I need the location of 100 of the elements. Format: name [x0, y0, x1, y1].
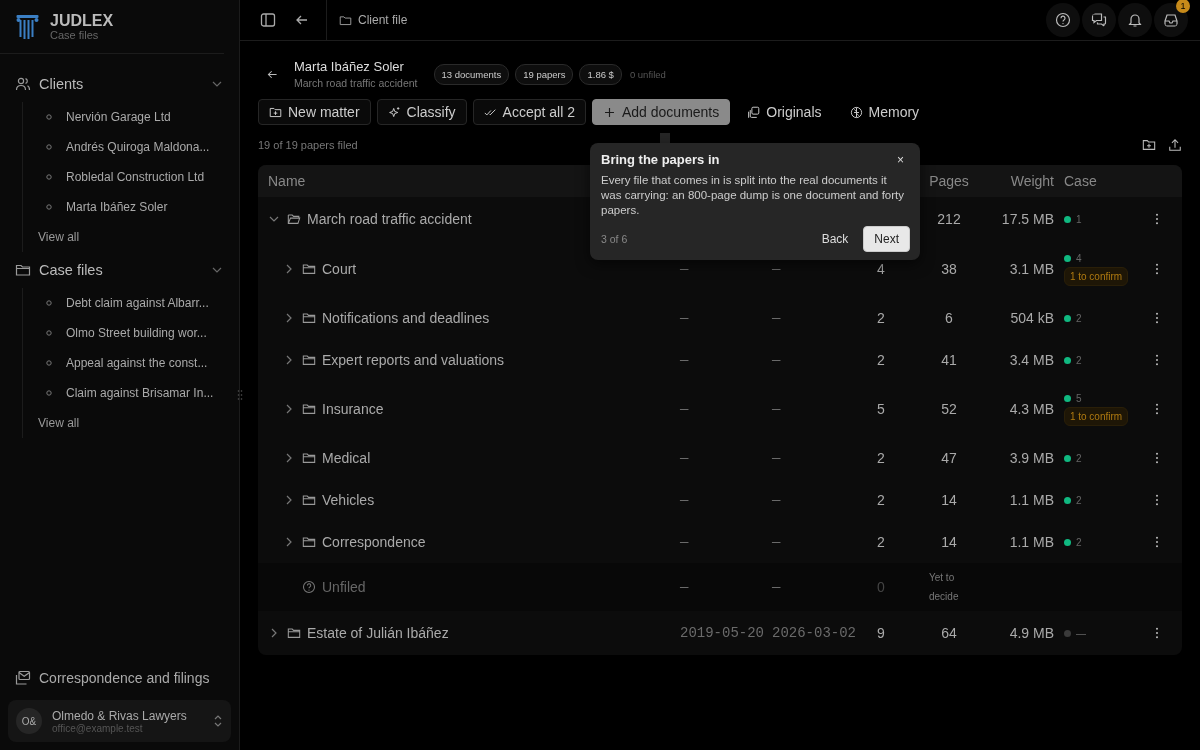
client-name: Marta Ibáñez Soler — [294, 59, 405, 74]
status-dot — [1064, 539, 1071, 546]
chevron-icon[interactable] — [286, 537, 292, 547]
folder-icon — [15, 262, 31, 278]
table-cell: 4 — [877, 261, 885, 277]
table-cell: — — [680, 310, 689, 326]
account-avatar: O& — [16, 708, 42, 734]
up-down-icon — [213, 714, 223, 728]
resize-grip-icon[interactable] — [237, 389, 243, 401]
sidebar-item[interactable]: Marta Ibáñez Soler — [38, 192, 224, 222]
breadcrumb[interactable]: Client file — [358, 13, 408, 27]
folder-name[interactable]: Unfiled — [322, 579, 366, 595]
table-cell: — — [680, 352, 689, 368]
toolbar-button[interactable]: Add documents — [591, 99, 731, 125]
toolbar-button[interactable]: Accept all 2 — [472, 99, 586, 125]
upload-icon[interactable] — [1168, 138, 1182, 152]
toolbar-button[interactable]: Memory — [838, 99, 931, 125]
column-header[interactable]: Weight — [984, 173, 1064, 189]
folder-name[interactable]: Court — [322, 261, 357, 277]
inbox-icon[interactable] — [1154, 3, 1188, 37]
case-count: 2 — [1076, 355, 1082, 366]
confirm-badge[interactable]: 1 to confirm — [1064, 407, 1128, 426]
table-cell: — — [772, 401, 781, 417]
help-icon[interactable] — [1046, 3, 1080, 37]
chevron-icon[interactable] — [286, 495, 292, 505]
table-cell: — — [680, 450, 689, 466]
folder-name[interactable]: Correspondence — [322, 534, 426, 550]
bell-icon[interactable] — [1118, 3, 1152, 37]
sidebar-toggle-icon[interactable] — [260, 12, 276, 28]
account-email: office@example.test — [52, 722, 143, 734]
folder-plus-icon — [269, 105, 282, 119]
table-cell: 38 — [941, 261, 957, 277]
chat-icon[interactable] — [1082, 3, 1116, 37]
back-button[interactable]: Back — [812, 226, 858, 252]
table-cell: — — [772, 261, 781, 277]
next-button[interactable]: Next — [863, 226, 910, 252]
more-icon[interactable] — [1155, 627, 1159, 639]
sidebar-item[interactable]: Appeal against the const... — [38, 348, 224, 378]
sidebar-item[interactable]: Debt claim against Albarr... — [38, 288, 224, 318]
chevron-icon[interactable] — [269, 216, 279, 222]
more-icon[interactable] — [1155, 354, 1159, 366]
chevron-icon[interactable] — [286, 264, 292, 274]
sidebar-item[interactable]: Andrés Quiroga Maldona... — [38, 132, 224, 162]
sidebar-item[interactable]: Robledal Construction Ltd — [38, 162, 224, 192]
folder-name[interactable]: Vehicles — [322, 492, 375, 508]
more-icon[interactable] — [1155, 536, 1159, 548]
more-icon[interactable] — [1155, 312, 1159, 324]
sidebar-item[interactable]: Olmo Street building wor... — [38, 318, 224, 348]
table-cell: 2 — [877, 492, 885, 508]
count-chip: 19 papers — [515, 63, 574, 85]
table-cell: — — [680, 261, 689, 277]
more-icon[interactable] — [1155, 263, 1159, 275]
folder-plus-icon[interactable] — [1142, 138, 1156, 152]
table-cell: — — [772, 450, 781, 466]
account-switcher[interactable]: O& Olmedo & Rivas Lawyers office@example.test — [8, 700, 231, 742]
status-dot — [1064, 216, 1071, 223]
folder-name[interactable]: March road traffic accident — [307, 211, 472, 227]
sidebar-item[interactable]: Nervión Garage Ltd — [38, 102, 224, 132]
column-header[interactable]: Case — [1064, 173, 1142, 189]
toolbar-button[interactable]: New matter — [258, 99, 371, 125]
folder-name[interactable]: Notifications and deadlines — [322, 310, 490, 326]
folder-icon — [339, 13, 352, 27]
status-dot — [1064, 395, 1071, 402]
sparkle-icon — [387, 105, 401, 119]
step-counter: 3 of 6 — [601, 233, 628, 245]
chevron-icon[interactable] — [286, 453, 292, 463]
sidebar-item[interactable]: Claim against Brisamar In... — [38, 378, 224, 408]
table-cell-text: Yet to decide — [929, 571, 960, 604]
chevron-icon[interactable] — [286, 355, 292, 365]
folder-name[interactable]: Expert reports and valuations — [322, 352, 505, 368]
close-button[interactable]: × — [891, 152, 910, 167]
table-cell: 14 — [941, 534, 957, 550]
table-cell: 41 — [941, 352, 957, 368]
confirm-badge[interactable]: 1 to confirm — [1064, 267, 1128, 286]
table-cell: 2 — [877, 352, 885, 368]
sidebar-section-header[interactable]: Case files — [15, 252, 224, 288]
view-all-link[interactable]: View all — [38, 408, 80, 438]
case-count: 1 — [1076, 214, 1082, 225]
folder-name[interactable]: Medical — [322, 450, 371, 466]
sidebar-link[interactable]: Correspondence and filings — [0, 662, 239, 694]
folder-name[interactable]: Insurance — [322, 401, 384, 417]
table-cell: 0 — [877, 579, 885, 595]
chevron-icon[interactable] — [271, 628, 277, 638]
count-chip: 1.86 $ — [579, 63, 622, 85]
sidebar-section-header[interactable]: Clients — [15, 66, 224, 102]
table-cell: 2 — [877, 534, 885, 550]
table-cell: 9 — [877, 625, 885, 641]
case-count: 2 — [1076, 537, 1082, 548]
more-icon[interactable] — [1155, 452, 1159, 464]
folder-name[interactable]: Estate of Julián Ibáñez — [307, 625, 449, 641]
view-all-link[interactable]: View all — [38, 222, 80, 252]
more-icon[interactable] — [1155, 403, 1159, 415]
more-icon[interactable] — [1155, 494, 1159, 506]
circle-icon — [46, 300, 52, 306]
more-icon[interactable] — [1155, 213, 1159, 225]
toolbar-button[interactable]: Classify — [376, 99, 467, 125]
chevron-icon[interactable] — [286, 313, 292, 323]
chevron-icon[interactable] — [286, 404, 292, 414]
toolbar-button[interactable]: Originals — [736, 99, 833, 125]
table-cell: — — [772, 534, 781, 550]
